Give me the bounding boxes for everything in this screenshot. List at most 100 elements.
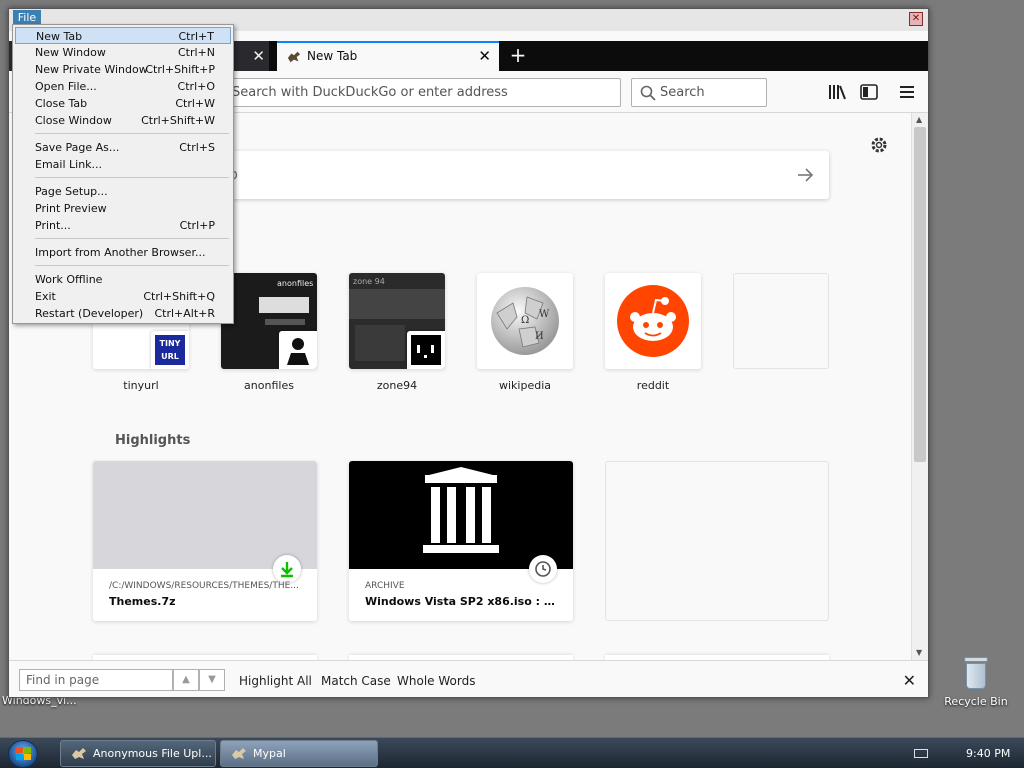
download-icon bbox=[273, 555, 301, 583]
reddit-logo-icon bbox=[617, 285, 689, 357]
menu-separator bbox=[35, 238, 229, 239]
scrollbar-thumb[interactable] bbox=[914, 127, 926, 462]
find-next-button[interactable]: ▼ bbox=[199, 669, 225, 691]
menu-separator bbox=[35, 265, 229, 266]
svg-text:W: W bbox=[539, 309, 550, 320]
menu-item-new-private-window[interactable]: New Private Window Ctrl+Shift+P bbox=[15, 61, 231, 78]
arrow-right-icon[interactable] bbox=[795, 165, 815, 185]
mypal-favicon-icon bbox=[287, 51, 301, 63]
menu-item-work-offline[interactable]: Work Offline bbox=[15, 271, 231, 288]
find-previous-button[interactable]: ▲ bbox=[173, 669, 199, 691]
file-menu: New Tab Ctrl+T New Window Ctrl+N New Priva… bbox=[12, 24, 234, 324]
empty-thumbnail bbox=[733, 273, 829, 369]
wikipedia-globe-icon: Ω И W bbox=[491, 287, 559, 355]
scroll-up-icon[interactable]: ▲ bbox=[916, 115, 922, 124]
find-bar: ▲ ▼ Highlight All Match Case Whole Words… bbox=[9, 660, 928, 697]
start-button[interactable] bbox=[8, 740, 38, 768]
highlights-heading: Highlights bbox=[115, 433, 191, 448]
tab-title: New Tab bbox=[307, 49, 358, 63]
top-site-zone94[interactable]: zone 94 zone94 bbox=[349, 273, 445, 392]
window-close-button[interactable]: ✕ bbox=[909, 12, 923, 26]
menu-item-save-page-as[interactable]: Save Page As... Ctrl+S bbox=[15, 139, 231, 156]
menu-item-open-file[interactable]: Open File... Ctrl+O bbox=[15, 78, 231, 95]
url-input[interactable] bbox=[224, 79, 620, 106]
anonfiles-thumb-text: anonfiles bbox=[277, 279, 314, 288]
menu-item-restart-developer[interactable]: Restart (Developer) Ctrl+Alt+R bbox=[15, 305, 231, 322]
menu-separator bbox=[35, 133, 229, 134]
recycle-bin-icon bbox=[961, 655, 991, 691]
card-image bbox=[93, 461, 317, 569]
internet-archive-icon bbox=[349, 461, 573, 569]
tab-new-tab[interactable]: New Tab ✕ bbox=[277, 41, 499, 71]
card-context: ARCHIVE bbox=[365, 581, 405, 591]
menu-item-print[interactable]: Print... Ctrl+P bbox=[15, 217, 231, 234]
search-input[interactable] bbox=[660, 79, 764, 106]
hamburger-menu-icon[interactable] bbox=[897, 83, 917, 101]
menu-item-import-browser[interactable]: Import from Another Browser... bbox=[15, 244, 231, 261]
zone94-logo-icon bbox=[407, 331, 445, 369]
menu-item-exit[interactable]: Exit Ctrl+Shift+Q bbox=[15, 288, 231, 305]
mypal-app-icon bbox=[72, 748, 86, 759]
search-icon bbox=[640, 85, 656, 101]
sidebar-icon[interactable] bbox=[859, 83, 879, 101]
card-context: /C:/WINDOWS/RESOURCES/THEMES/THE... bbox=[109, 581, 299, 591]
anonymous-mask-icon bbox=[279, 331, 317, 369]
menu-item-print-preview[interactable]: Print Preview bbox=[15, 200, 231, 217]
recycle-bin-label: Recycle Bin bbox=[944, 695, 1008, 708]
card-title: Themes.7z bbox=[109, 595, 176, 608]
top-site-label: reddit bbox=[636, 379, 670, 392]
taskbar-item-mypal[interactable]: Mypal bbox=[220, 740, 378, 767]
url-bar[interactable] bbox=[223, 78, 621, 107]
reddit-thumbnail bbox=[605, 273, 701, 369]
zone94-thumb-text: zone 94 bbox=[353, 277, 385, 286]
windows-logo-icon bbox=[16, 747, 31, 760]
gear-icon[interactable] bbox=[869, 135, 889, 155]
find-close-button[interactable]: ✕ bbox=[903, 671, 916, 690]
top-site-anonfiles[interactable]: anonfiles anonfiles bbox=[221, 273, 317, 392]
anonfiles-thumbnail: anonfiles bbox=[221, 273, 317, 369]
menu-item-close-tab[interactable]: Close Tab Ctrl+W bbox=[15, 95, 231, 112]
recycle-bin-desktop-icon[interactable]: Recycle Bin bbox=[940, 655, 1012, 708]
tab-close-icon[interactable]: ✕ bbox=[478, 41, 491, 71]
taskbar: Anonymous File Upl... Mypal 9:40 PM bbox=[0, 737, 1024, 768]
top-site-wikipedia[interactable]: Ω И W wikipedia bbox=[477, 273, 573, 392]
top-site-label: wikipedia bbox=[498, 379, 551, 392]
mypal-app-icon bbox=[232, 748, 246, 759]
svg-text:И: И bbox=[535, 331, 544, 342]
top-site-label: zone94 bbox=[376, 379, 418, 392]
library-icon[interactable] bbox=[827, 83, 847, 101]
card-title: Windows Vista SP2 x86.iso : Micr... bbox=[365, 595, 561, 608]
top-site-label: tinyurl bbox=[123, 379, 159, 392]
match-case-toggle[interactable]: Match Case bbox=[321, 674, 391, 688]
svg-text:Ω: Ω bbox=[521, 315, 529, 326]
menu-item-page-setup[interactable]: Page Setup... bbox=[15, 183, 231, 200]
tinyurl-logo-text-1: TINY bbox=[159, 339, 181, 348]
new-tab-button[interactable]: + bbox=[505, 41, 531, 71]
clock-icon bbox=[529, 555, 557, 583]
menu-item-email-link[interactable]: Email Link... bbox=[15, 156, 231, 173]
menu-item-new-window[interactable]: New Window Ctrl+N bbox=[15, 44, 231, 61]
wikipedia-thumbnail: Ω И W bbox=[477, 273, 573, 369]
menu-item-new-tab[interactable]: New Tab Ctrl+T bbox=[15, 27, 231, 44]
taskbar-item-anonymous-file-upload[interactable]: Anonymous File Upl... bbox=[60, 740, 216, 767]
tab-close-icon[interactable]: ✕ bbox=[252, 41, 265, 71]
taskbar-item-label: Anonymous File Upl... bbox=[93, 747, 212, 760]
whole-words-toggle[interactable]: Whole Words bbox=[397, 674, 475, 688]
taskbar-item-label: Mypal bbox=[253, 747, 286, 760]
top-site-empty[interactable] bbox=[733, 273, 829, 379]
find-input[interactable] bbox=[19, 669, 173, 691]
top-site-label: anonfiles bbox=[244, 379, 294, 392]
menu-separator bbox=[35, 177, 229, 178]
search-bar[interactable] bbox=[631, 78, 767, 107]
system-clock[interactable]: 9:40 PM bbox=[966, 747, 1010, 760]
highlight-card-archive[interactable]: ARCHIVE Windows Vista SP2 x86.iso : Micr… bbox=[349, 461, 573, 621]
page-scrollbar[interactable]: ▲ ▼ bbox=[911, 113, 928, 660]
zone94-thumbnail: zone 94 bbox=[349, 273, 445, 369]
highlight-card-themes[interactable]: /C:/WINDOWS/RESOURCES/THEMES/THE... Them… bbox=[93, 461, 317, 621]
keyboard-icon[interactable] bbox=[914, 749, 928, 758]
top-site-reddit[interactable]: reddit bbox=[605, 273, 701, 392]
highlight-card-empty bbox=[605, 461, 829, 621]
scroll-down-icon[interactable]: ▼ bbox=[916, 648, 922, 657]
highlight-all-toggle[interactable]: Highlight All bbox=[239, 674, 312, 688]
menu-item-close-window[interactable]: Close Window Ctrl+Shift+W bbox=[15, 112, 231, 129]
